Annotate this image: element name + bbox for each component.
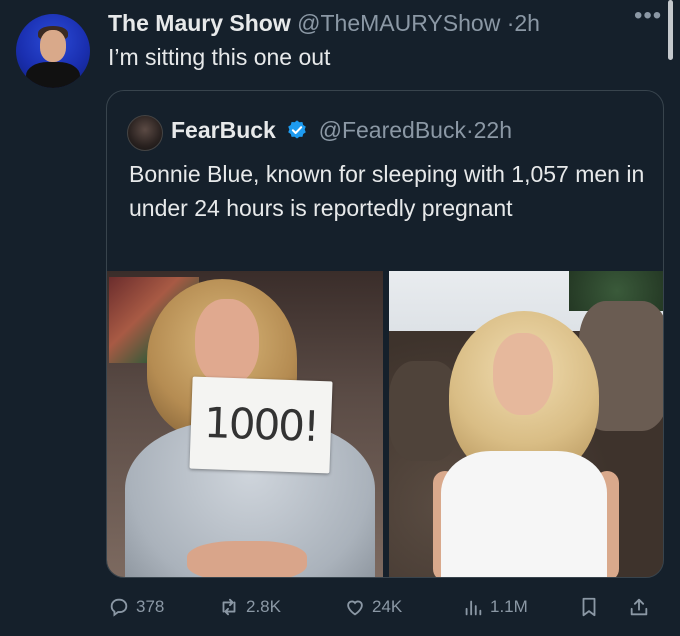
verified-icon [288, 120, 307, 139]
more-icon[interactable]: ••• [634, 2, 662, 30]
reply-count: 378 [136, 597, 165, 616]
views-icon [465, 600, 482, 616]
quoted-author-handle[interactable]: @FearedBuck [319, 117, 466, 143]
sign-text: 1000! [203, 398, 319, 451]
repost-count: 2.8K [246, 597, 281, 616]
author-handle[interactable]: @TheMAURYShow [297, 10, 500, 36]
quoted-image-right[interactable] [389, 271, 663, 577]
quoted-text: Bonnie Blue, known for sleeping with 1,0… [129, 161, 645, 221]
scrollbar[interactable] [668, 0, 673, 60]
avatar-suit [26, 62, 80, 88]
woman-face [493, 333, 553, 415]
quoted-tweet[interactable]: FearBuck @FearedBuck·22h Bonnie Blue, kn… [106, 90, 664, 578]
bookmark-icon [582, 597, 596, 617]
tweet-time[interactable]: 2h [514, 10, 540, 36]
like-button[interactable]: 24K [344, 592, 402, 622]
repost-icon [222, 598, 236, 616]
reply-button[interactable]: 378 [108, 592, 164, 622]
tweet-text: I’m sitting this one out [108, 44, 331, 70]
views-count: 1.1M [490, 597, 528, 616]
like-count: 24K [372, 597, 403, 616]
tweet[interactable]: The Maury Show @TheMAURYShow ·2h ••• I’m… [0, 0, 680, 636]
views-button[interactable]: 1.1M [462, 592, 528, 622]
bookmark-button[interactable] [578, 592, 606, 622]
quoted-header: FearBuck @FearedBuck·22h [171, 117, 512, 144]
white-shirt [441, 451, 607, 577]
legs [187, 541, 307, 577]
quoted-author-avatar[interactable] [127, 115, 163, 151]
author-avatar[interactable] [16, 14, 90, 88]
quoted-author-name[interactable]: FearBuck [171, 117, 276, 143]
separator-dot: · [465, 117, 474, 143]
share-button[interactable] [628, 592, 656, 622]
share-icon [630, 598, 648, 616]
reply-icon [110, 598, 128, 617]
handwritten-sign: 1000! [189, 376, 333, 474]
repost-button[interactable]: 2.8K [218, 592, 281, 622]
author-name[interactable]: The Maury Show [108, 10, 291, 36]
avatar-face [40, 30, 66, 62]
action-bar: 378 2.8K 24K 1.1M [108, 592, 668, 622]
tweet-header: The Maury Show @TheMAURYShow ·2h [108, 10, 540, 37]
quoted-time[interactable]: 22h [474, 117, 512, 143]
like-icon [347, 600, 363, 616]
woman-face [195, 299, 259, 385]
quoted-image-left[interactable]: 1000! [107, 271, 383, 577]
